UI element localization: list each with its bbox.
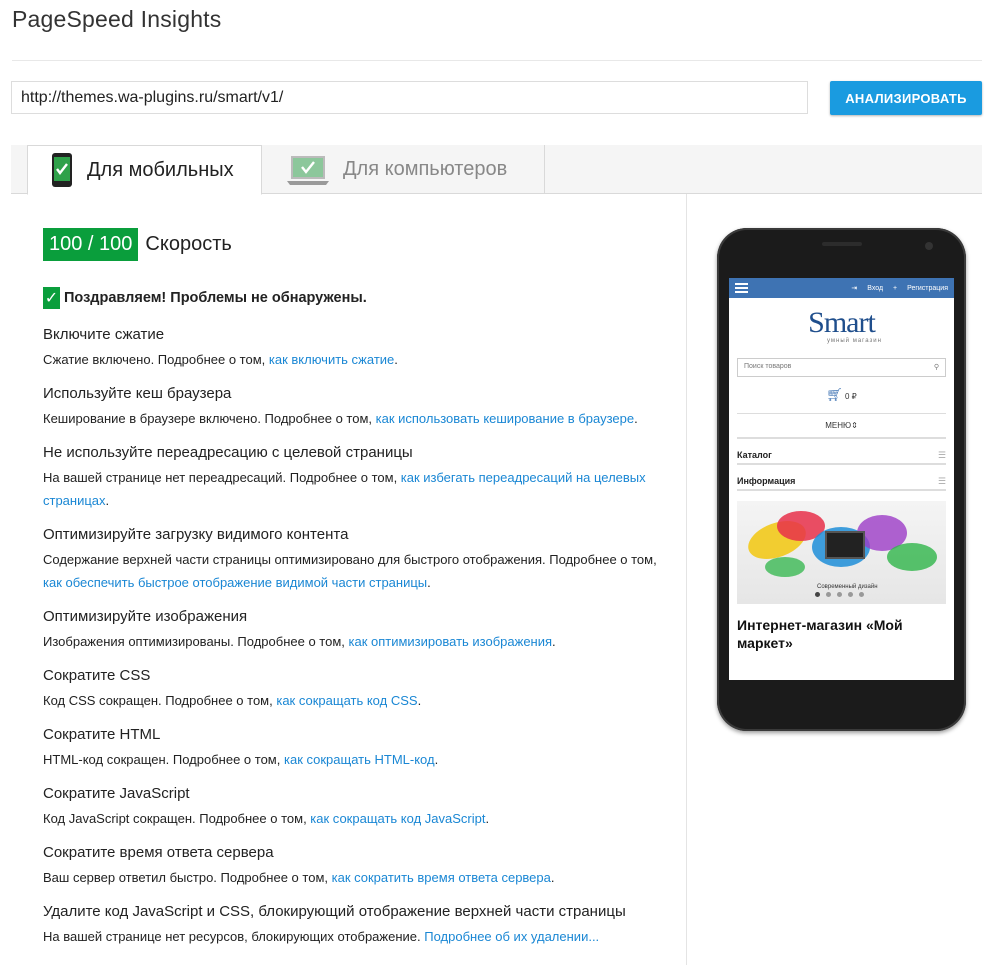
rule-item: Оптимизируйте изображения Изображения оп… — [43, 607, 675, 653]
preview-logo: Smart умный магазин — [808, 306, 882, 344]
preview-section-info: Информация ☰ — [737, 473, 946, 491]
score-label: Скорость — [145, 233, 232, 255]
rule-description: Код CSS сокращен. Подробнее о том, как с… — [43, 693, 422, 708]
rule-title: Оптимизируйте изображения — [43, 608, 248, 625]
preview-section-catalog: Каталог ☰ — [737, 447, 946, 465]
preview-register: + Регистрация — [893, 285, 948, 292]
rule-link[interactable]: как сокращать код CSS — [276, 693, 417, 708]
speed-score: 100 / 100 Скорость — [43, 228, 232, 261]
rule-item: Оптимизируйте загрузку видимого контента… — [43, 525, 675, 594]
tab-mobile-label: Для мобильных — [87, 158, 234, 181]
rules-list: Включите сжатие Сжатие включено. Подробн… — [43, 325, 675, 961]
preview-screen: ⇥ Вход + Регистрация Smart умный магазин… — [729, 278, 954, 680]
preview-menu: МЕНЮ ⇕ — [737, 413, 946, 439]
analyze-button[interactable]: АНАЛИЗИРОВАТЬ — [830, 81, 982, 115]
hamburger-icon — [735, 283, 748, 293]
title-divider — [12, 60, 982, 61]
congrats-text: Поздравляем! Проблемы не обнаружены. — [64, 290, 367, 306]
preview-banner: Современный дизайн — [737, 501, 946, 604]
rule-link[interactable]: как оптимизировать изображения — [349, 634, 553, 649]
rule-item: Сократите время ответа сервера Ваш серве… — [43, 843, 675, 889]
rule-item: Сократите HTML HTML-код сокращен. Подроб… — [43, 725, 675, 771]
preview-cart: 🛒︎ 0 ₽ — [826, 387, 857, 402]
rule-title: Сократите HTML — [43, 726, 161, 743]
rule-description: На вашей странице нет переадресаций. Под… — [43, 470, 646, 508]
rule-item: Включите сжатие Сжатие включено. Подробн… — [43, 325, 675, 371]
preview-search: Поиск товаров ⚲ — [737, 358, 946, 377]
rule-item: Сократите CSS Код CSS сокращен. Подробне… — [43, 666, 675, 712]
cart-icon: 🛒︎ — [826, 387, 843, 402]
checkmark-icon: ✓ — [43, 287, 60, 309]
rule-item: Удалите код JavaScript и CSS, блокирующи… — [43, 902, 675, 948]
rule-item: Сократите JavaScript Код JavaScript сокр… — [43, 784, 675, 830]
tab-mobile[interactable]: Для мобильных — [27, 145, 262, 195]
rule-description: Ваш сервер ответил быстро. Подробнее о т… — [43, 870, 555, 885]
rule-link[interactable]: как сокращать код JavaScript — [310, 811, 485, 826]
rule-title: Сократите время ответа сервера — [43, 844, 274, 861]
score-badge: 100 / 100 — [43, 228, 139, 261]
rule-description: Изображения оптимизированы. Подробнее о … — [43, 634, 556, 649]
rule-description: На вашей странице нет ресурсов, блокирую… — [43, 929, 600, 944]
list-icon: ☰ — [937, 475, 946, 486]
tab-desktop[interactable]: Для компьютеров — [273, 145, 545, 194]
rule-title: Сократите JavaScript — [43, 785, 190, 802]
rule-description: HTML-код сокращен. Подробнее о том, как … — [43, 752, 439, 767]
rule-link[interactable]: Подробнее об их удалении... — [424, 929, 599, 944]
rule-title: Не используйте переадресацию с целевой с… — [43, 444, 413, 461]
list-icon: ☰ — [937, 449, 946, 460]
rule-description: Кеширование в браузере включено. Подробн… — [43, 411, 638, 426]
rule-title: Включите сжатие — [43, 326, 165, 343]
device-tabs: Для мобильных Для компьютеров — [11, 145, 982, 195]
url-input[interactable] — [11, 81, 808, 114]
page-title: PageSpeed Insights — [12, 6, 222, 32]
column-divider — [686, 194, 687, 965]
carousel-dots — [815, 592, 864, 597]
rule-description: Содержание верхней части страницы оптими… — [43, 552, 657, 590]
search-icon: ⚲ — [933, 364, 939, 371]
rule-link[interactable]: как сокращать HTML-код — [284, 752, 435, 767]
rule-title: Используйте кеш браузера — [43, 385, 232, 402]
rule-item: Используйте кеш браузера Кеширование в б… — [43, 384, 675, 430]
preview-account-links: ⇥ Вход + Регистрация — [843, 284, 948, 292]
rule-item: Не используйте переадресацию с целевой с… — [43, 443, 675, 512]
congrats-message: ✓ Поздравляем! Проблемы не обнаружены. — [43, 287, 367, 309]
rule-link[interactable]: как использовать кеширование в браузере — [376, 411, 634, 426]
rule-title: Удалите код JavaScript и CSS, блокирующи… — [43, 903, 626, 920]
tab-desktop-label: Для компьютеров — [343, 158, 508, 180]
desktop-computer-icon — [285, 154, 331, 186]
mobile-phone-icon — [51, 152, 73, 188]
rule-link[interactable]: как сократить время ответа сервера — [332, 870, 551, 885]
mobile-preview: ⇥ Вход + Регистрация Smart умный магазин… — [717, 228, 966, 731]
rule-link[interactable]: как обеспечить быстрое отображение видим… — [43, 575, 427, 590]
preview-topbar: ⇥ Вход + Регистрация — [729, 278, 954, 298]
phone-camera — [925, 242, 933, 250]
phone-speaker — [822, 242, 862, 246]
rule-title: Сократите CSS — [43, 667, 151, 684]
rule-description: Сжатие включено. Подробнее о том, как вк… — [43, 352, 398, 367]
rule-title: Оптимизируйте загрузку видимого контента — [43, 526, 349, 543]
preview-login: ⇥ Вход — [851, 285, 884, 292]
preview-headline: Интернет-магазин «Мой маркет» — [737, 617, 903, 651]
rule-link[interactable]: как включить сжатие — [269, 352, 394, 367]
rule-description: Код JavaScript сокращен. Подробнее о том… — [43, 811, 490, 826]
